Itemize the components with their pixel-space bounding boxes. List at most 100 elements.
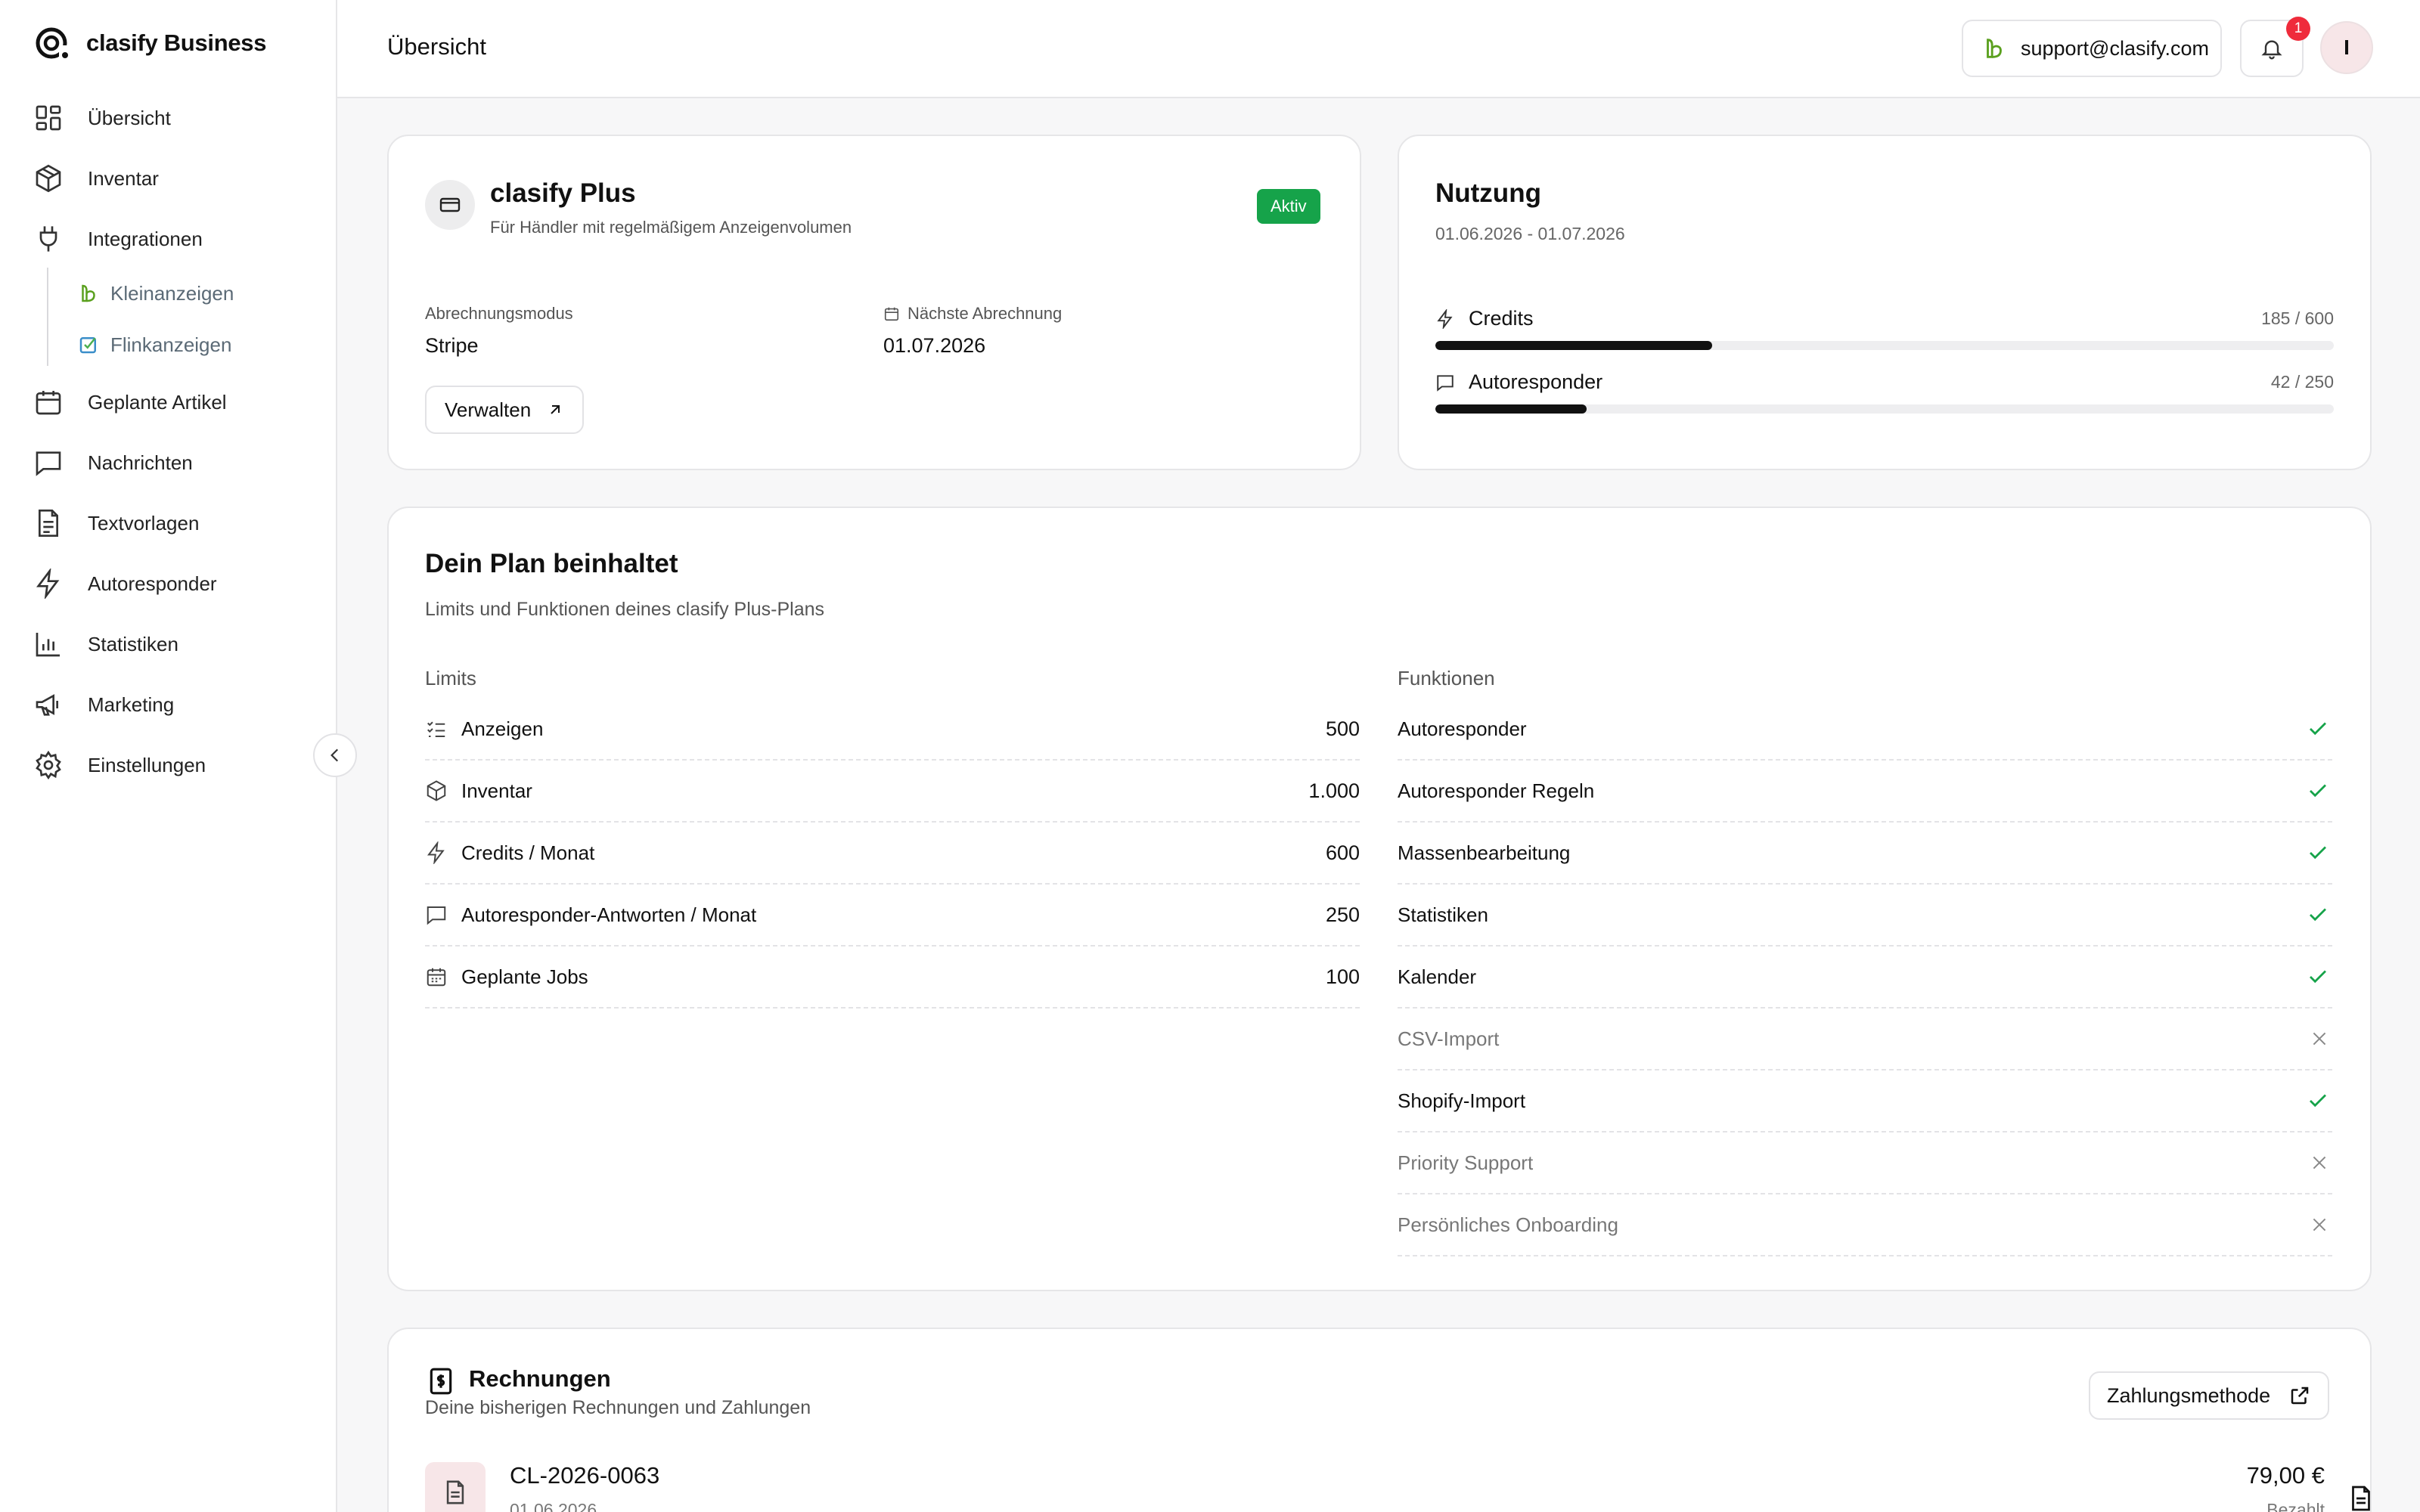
- limit-value: 500: [1325, 717, 1360, 740]
- feature-label: Persönliches Onboarding: [1398, 1213, 1618, 1236]
- usage-period: 01.06.2026 - 01.07.2026: [1435, 224, 1625, 243]
- payment-method-button[interactable]: Zahlungsmethode: [2089, 1371, 2330, 1420]
- calendar-icon: [36, 391, 61, 415]
- usage-count: 185 / 600: [2261, 308, 2334, 328]
- usage-progress-fill: [1435, 404, 1587, 414]
- sidebar-collapse-button[interactable]: [313, 733, 357, 777]
- sidebar-item-label: Geplante Artikel: [88, 390, 227, 414]
- sidebar-subitem-label: Kleinanzeigen: [110, 281, 234, 305]
- next-billing-label: Nächste Abrechnung: [883, 304, 1062, 324]
- sidebar-item-geplante-artikel[interactable]: Geplante Artikel: [33, 383, 227, 421]
- sidebar-item-nachrichten[interactable]: Nachrichten: [33, 444, 193, 482]
- plan-icon-wrap: [425, 180, 475, 230]
- feature-row: Massenbearbeitung: [1398, 823, 2332, 885]
- external-link-icon: [2291, 1387, 2309, 1405]
- feature-label: Massenbearbeitung: [1398, 841, 1571, 864]
- clasify-logo-icon: [36, 27, 68, 59]
- file-icon: [446, 1480, 464, 1504]
- sidebar-item-inventar[interactable]: Inventar: [33, 160, 159, 197]
- x-icon: [2313, 1032, 2326, 1046]
- feature-label: Priority Support: [1398, 1151, 1534, 1174]
- feature-row: Priority Support: [1398, 1132, 2332, 1194]
- credit-card-icon: [439, 197, 461, 212]
- calendar-icon: [884, 307, 899, 321]
- features-heading: Funktionen: [1398, 667, 1495, 689]
- limit-label: Credits / Monat: [461, 841, 595, 864]
- check-icon: [2310, 970, 2326, 984]
- invoices-subtitle: Deine bisherigen Rechnungen und Zahlunge…: [425, 1397, 811, 1418]
- bell-icon: [2261, 40, 2282, 60]
- avatar[interactable]: I: [2320, 21, 2373, 74]
- support-email-button[interactable]: support@clasify.com: [1962, 20, 2222, 77]
- sidebar-item-einstellungen[interactable]: Einstellungen: [33, 746, 206, 784]
- feature-label: Autoresponder: [1398, 717, 1527, 740]
- limit-label: Geplante Jobs: [461, 965, 588, 988]
- sidebar-item-uebersicht[interactable]: Übersicht: [33, 99, 171, 137]
- usage-row-credits: Credits 185 / 600: [1435, 307, 2334, 350]
- usage-progress-fill: [1435, 341, 1713, 350]
- limits-heading: Limits: [425, 667, 476, 689]
- feature-row: CSV-Import: [1398, 1009, 2332, 1070]
- feature-row: Persönliches Onboarding: [1398, 1194, 2332, 1256]
- chevron-left-icon: [330, 748, 339, 762]
- check-icon: [2310, 846, 2326, 860]
- megaphone-icon: [36, 694, 58, 716]
- notification-badge: 1: [2286, 17, 2310, 41]
- feature-row: Statistiken: [1398, 885, 2332, 947]
- sidebar-item-textvorlagen[interactable]: Textvorlagen: [33, 504, 199, 542]
- feature-row: Shopify-Import: [1398, 1070, 2332, 1132]
- limit-row: Credits / Monat 600: [425, 823, 1360, 885]
- kleinanzeigen-logo-icon: [82, 284, 95, 302]
- lightning-icon: [1437, 308, 1453, 329]
- sidebar-item-autoresponder[interactable]: Autoresponder: [33, 565, 217, 603]
- message-icon: [427, 906, 446, 925]
- feature-label: Kalender: [1398, 965, 1477, 988]
- feature-label: Autoresponder Regeln: [1398, 779, 1595, 802]
- sub-nav-line: [47, 268, 48, 366]
- invoices-card: Rechnungen Deine bisherigen Rechnungen u…: [387, 1328, 2372, 1512]
- feature-row: Kalender: [1398, 947, 2332, 1009]
- limit-value: 100: [1325, 965, 1360, 988]
- sidebar-item-statistiken[interactable]: Statistiken: [33, 625, 178, 663]
- status-badge: Aktiv: [1257, 189, 1320, 224]
- x-icon: [2313, 1218, 2326, 1232]
- invoice-number[interactable]: CL-2026-0063: [510, 1462, 659, 1489]
- feature-label: CSV-Import: [1398, 1027, 1500, 1050]
- check-icon: [2310, 784, 2326, 798]
- sidebar-item-label: Marketing: [88, 692, 175, 716]
- limit-label: Autoresponder-Antworten / Monat: [461, 903, 757, 926]
- invoice-status: Bezahlt: [2266, 1500, 2325, 1512]
- manage-button-label: Verwalten: [445, 398, 532, 421]
- message-icon: [1437, 374, 1454, 392]
- sidebar-item-label: Nachrichten: [88, 451, 193, 474]
- usage-label: Autoresponder: [1469, 370, 1603, 393]
- flinkanzeigen-logo-icon: [79, 337, 96, 354]
- manage-button[interactable]: Verwalten: [425, 386, 585, 434]
- limit-label: Anzeigen: [461, 717, 544, 740]
- page-title: Übersicht: [387, 33, 486, 60]
- plan-description: Für Händler mit regelmäßigem Anzeigenvol…: [490, 218, 852, 237]
- feature-row: Autoresponder Regeln: [1398, 761, 2332, 823]
- sidebar-item-integrationen[interactable]: Integrationen: [33, 220, 203, 258]
- sidebar-subitem-kleinanzeigen[interactable]: Kleinanzeigen: [77, 278, 234, 308]
- invoice-amount: 79,00 €: [2246, 1462, 2325, 1489]
- brand[interactable]: clasify Business: [35, 26, 266, 60]
- box-icon: [427, 780, 446, 801]
- sidebar-item-label: Textvorlagen: [88, 511, 200, 534]
- bar-chart-icon: [36, 633, 60, 657]
- box-icon: [36, 164, 61, 193]
- kleinanzeigen-logo-icon: [1987, 39, 2002, 58]
- lightning-icon: [36, 569, 60, 599]
- invoices-title: Rechnungen: [469, 1365, 611, 1392]
- message-icon: [36, 451, 61, 476]
- download-document-icon[interactable]: [2347, 1485, 2375, 1512]
- usage-title: Nutzung: [1435, 178, 1541, 208]
- usage-progress-track: [1435, 404, 2334, 414]
- billing-mode-value: Stripe: [425, 334, 479, 357]
- dashboard-icon: [36, 105, 61, 131]
- sidebar-item-marketing[interactable]: Marketing: [33, 686, 174, 723]
- sidebar-subitem-flinkanzeigen[interactable]: Flinkanzeigen: [77, 330, 231, 360]
- sidebar: clasify Business Übersicht Inventar Inte…: [0, 0, 337, 1512]
- invoice-dollar-icon: [430, 1368, 452, 1395]
- sidebar-item-label: Einstellungen: [88, 753, 206, 776]
